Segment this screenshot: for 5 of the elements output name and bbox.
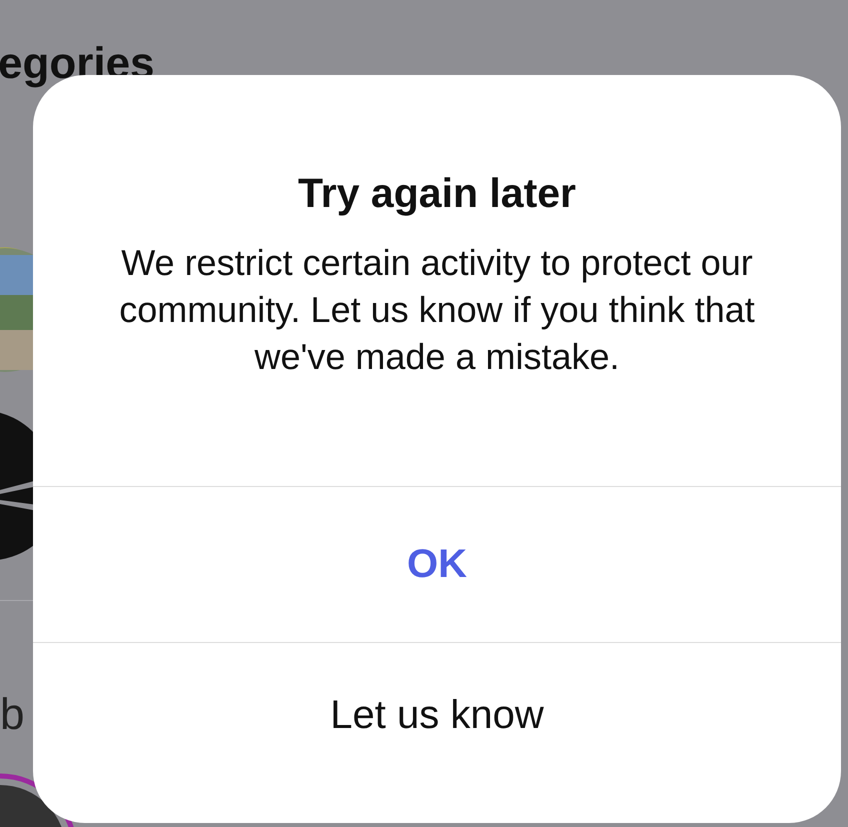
dialog-message: We restrict certain activity to protect our community. Let us know if you think that we've made a mistake. [118, 241, 756, 379]
row-text: b [0, 689, 26, 741]
dialog-title: Try again later [296, 169, 577, 218]
action-button[interactable]: Let us know [33, 642, 841, 792]
ok-button[interactable]: OK [33, 486, 841, 642]
